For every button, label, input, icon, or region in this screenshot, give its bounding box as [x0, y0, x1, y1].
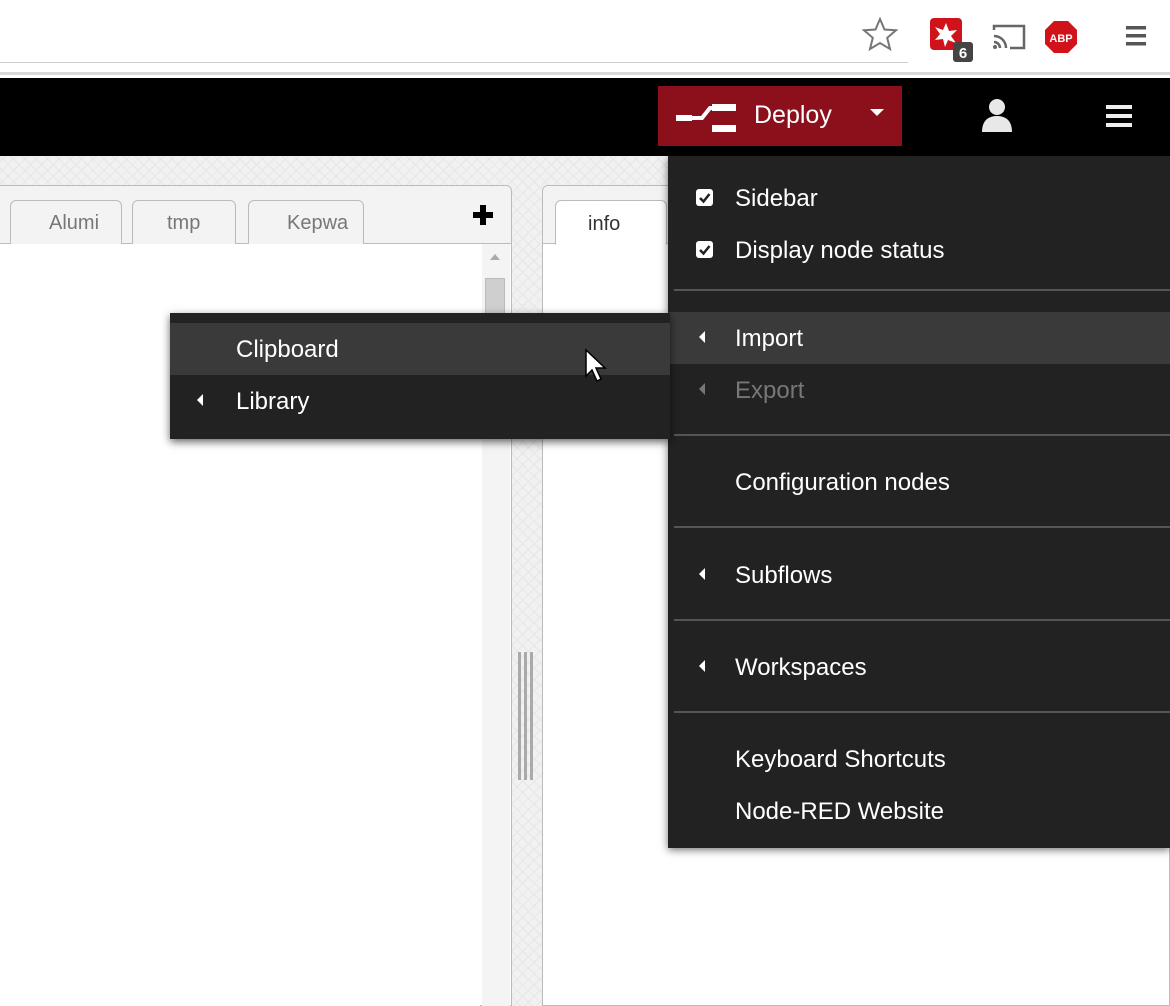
submenu-left-arrow-icon: [699, 568, 705, 580]
browser-toolbar: 6 ABP: [0, 0, 1170, 75]
menu-divider: [674, 619, 1170, 621]
submenu-item-label: Library: [236, 388, 310, 415]
workspace-tabs: Alumi tmp Kepwa: [0, 186, 511, 244]
submenu-item-library[interactable]: Library: [170, 375, 670, 427]
deploy-label: Deploy: [754, 101, 832, 129]
abp-label: ABP: [1049, 33, 1072, 45]
extension-icon[interactable]: 6: [926, 16, 978, 64]
menu-item-subflows[interactable]: Subflows: [668, 549, 1170, 601]
import-submenu: Clipboard Library: [170, 313, 670, 439]
menu-item-label: Display node status: [735, 237, 945, 264]
menu-item-label: Node-RED Website: [735, 798, 944, 825]
menu-item-configuration-nodes[interactable]: Configuration nodes: [668, 456, 1170, 508]
menu-item-import[interactable]: Import: [668, 312, 1170, 364]
menu-item-keyboard-shortcuts[interactable]: Keyboard Shortcuts: [668, 733, 1170, 785]
user-icon: [982, 99, 1012, 132]
submenu-left-arrow-icon: [699, 660, 705, 672]
menu-item-label: Workspaces: [735, 654, 867, 681]
chrome-menu-icon[interactable]: [1124, 22, 1148, 50]
workspace-tab-tmp[interactable]: tmp: [132, 200, 236, 244]
sidebar-tab-info[interactable]: info: [555, 200, 667, 245]
scroll-up-arrow-icon[interactable]: [490, 254, 500, 260]
menu-item-workspaces[interactable]: Workspaces: [668, 641, 1170, 693]
submenu-left-arrow-icon: [699, 383, 705, 395]
workspace-tab-kepwa[interactable]: Kepwa: [248, 200, 364, 244]
menu-item-label: Import: [735, 325, 804, 352]
submenu-left-arrow-icon: [197, 394, 203, 406]
extension-badge-count: 6: [959, 45, 967, 62]
adblock-icon[interactable]: ABP: [1044, 20, 1078, 54]
menu-item-label: Export: [735, 377, 805, 404]
flow-workspace: Alumi tmp Kepwa: [0, 185, 512, 1006]
deploy-icon: [676, 104, 736, 132]
submenu-item-label: Clipboard: [236, 336, 339, 363]
add-tab-plus-icon[interactable]: [470, 202, 496, 228]
user-button[interactable]: [944, 86, 1054, 146]
menu-divider: [674, 526, 1170, 528]
menu-item-node-red-website[interactable]: Node-RED Website: [668, 785, 1170, 837]
cast-icon[interactable]: [990, 22, 1028, 52]
menu-item-label: Configuration nodes: [735, 469, 950, 496]
menu-item-label: Subflows: [735, 562, 833, 589]
checkbox-checked-icon: [696, 189, 713, 206]
app-header: Deploy: [0, 78, 1170, 156]
menu-item-label: Keyboard Shortcuts: [735, 746, 946, 773]
checkbox-checked-icon: [696, 241, 713, 258]
menu-item-export: Export: [668, 364, 1170, 416]
workspace-tab-alumi[interactable]: Alumi: [10, 200, 122, 244]
caret-down-icon[interactable]: [870, 109, 884, 116]
bookmark-star-icon[interactable]: [862, 16, 898, 52]
sidebar-splitter[interactable]: [512, 156, 542, 1006]
menu-item-label: Sidebar: [735, 185, 818, 212]
menu-divider: [674, 289, 1170, 291]
menu-divider: [674, 711, 1170, 713]
menu-item-sidebar[interactable]: Sidebar: [668, 172, 1170, 224]
address-bar-edge: [0, 62, 908, 75]
submenu-left-arrow-icon: [699, 331, 705, 343]
hamburger-menu-icon: [1106, 105, 1132, 127]
menu-divider: [674, 434, 1170, 436]
main-menu-button[interactable]: [1066, 78, 1170, 156]
menu-item-display-node-status[interactable]: Display node status: [668, 224, 1170, 276]
main-dropdown-menu: Sidebar Display node status Import Expor…: [668, 156, 1170, 848]
splitter-grip-icon[interactable]: [516, 652, 536, 780]
submenu-item-clipboard[interactable]: Clipboard: [170, 323, 670, 375]
deploy-button[interactable]: Deploy: [658, 86, 902, 146]
